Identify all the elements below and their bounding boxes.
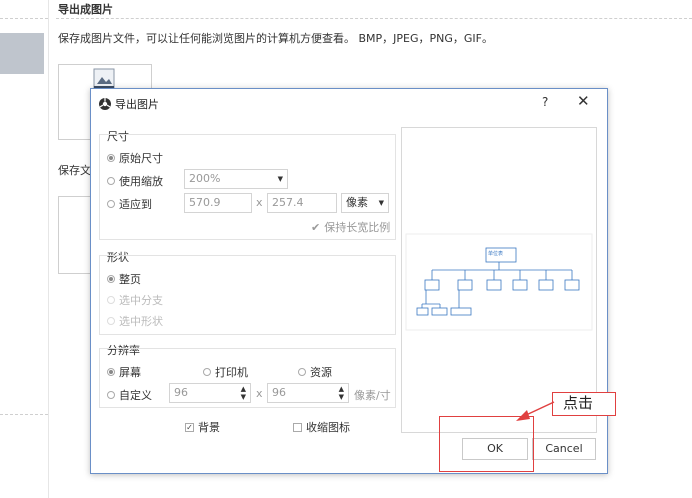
radio-label: 选中形状 [119,315,163,328]
close-button[interactable]: ✕ [577,92,590,110]
stepper-arrows-icon: ▲ ▼ [338,385,344,401]
radio-indicator [107,154,115,162]
radio-label: 自定义 [119,389,152,402]
radio-indicator [107,275,115,283]
radio-label: 资源 [310,366,332,379]
dpi-unit-label: 像素/寸 [354,389,391,402]
sidebar-selected-item[interactable] [0,33,44,74]
radio-label: 使用缩放 [119,175,163,188]
radio-indicator [107,177,115,185]
annotation-arrow-icon [516,401,555,421]
dpi-y-stepper[interactable]: 96 ▲ ▼ [267,383,349,403]
radio-label: 屏幕 [119,366,141,379]
chevron-down-icon: ▼ [378,199,384,207]
divider [56,18,692,19]
chevron-down-icon: ▼ [277,175,283,183]
checkbox-label: 保持长宽比例 [324,221,391,234]
keep-ratio-checkbox[interactable]: ✔ 保持长宽比例 [311,219,390,235]
radio-indicator [107,200,115,208]
checkbox-unchecked-icon [293,422,302,432]
dpi-x-separator: x [256,387,263,400]
radio-label: 打印机 [215,366,248,379]
radio-label: 适应到 [119,198,152,211]
radio-use-scale[interactable]: 使用缩放 [107,173,163,189]
help-button[interactable]: ? [542,95,548,109]
width-input[interactable]: 570.9 [184,193,252,213]
shrink-icon-checkbox[interactable]: 收缩图标 [293,419,350,435]
height-input[interactable]: 257.4 [267,193,337,213]
radio-selected-shape[interactable]: 选中形状 [107,313,163,329]
annotation-click-label: 点击 [552,392,616,416]
preview-root-node: 单位表 [488,251,504,257]
radio-resource[interactable]: 资源 [298,364,332,380]
checkbox-label: 背景 [198,421,220,434]
radio-indicator [107,317,115,325]
size-x-separator: x [256,196,263,209]
unit-value: 像素 [346,196,368,209]
stepper-arrows-icon: ▲ ▼ [240,385,246,401]
divider [0,414,48,415]
section-heading: 导出成图片 [58,3,113,16]
divider [0,18,48,19]
radio-whole-page[interactable]: 整页 [107,271,141,287]
section-description: 保存成图片文件，可以让任何能浏览图片的计算机方便查看。 BMP，JPEG，PNG… [58,32,493,45]
dialog-title: 导出图片 [115,98,159,111]
left-sidebar [0,0,49,498]
radio-indicator [298,368,306,376]
scale-select[interactable]: 200% ▼ [184,169,288,189]
dpi-y-value: 96 [272,386,286,399]
radio-indicator [203,368,211,376]
dpi-x-stepper[interactable]: 96 ▲ ▼ [169,383,251,403]
radio-screen[interactable]: 屏幕 [107,364,141,380]
radio-fit-to[interactable]: 适应到 [107,196,152,212]
background-checkbox[interactable]: ✓ 背景 [185,419,220,435]
radio-indicator [107,296,115,304]
unit-select[interactable]: 像素 ▼ [341,193,389,213]
radio-indicator [107,391,115,399]
radio-selected-branch[interactable]: 选中分支 [107,292,163,308]
org-chart-preview [405,233,593,331]
radio-label: 原始尺寸 [119,152,163,165]
annotation-highlight-box [439,416,534,472]
radio-label: 整页 [119,273,141,286]
preview-pane: 单位表 [401,127,597,433]
radio-custom[interactable]: 自定义 [107,387,152,403]
check-icon: ✔ [311,220,321,234]
radio-printer[interactable]: 打印机 [203,364,248,380]
dialog-title-bar: 导出图片 [99,96,159,112]
save-label-partial: 保存文 [58,164,91,177]
radio-original-size[interactable]: 原始尺寸 [107,150,163,166]
checkbox-label: 收缩图标 [306,421,350,434]
scale-value: 200% [189,172,221,185]
app-logo-icon [99,98,111,110]
dpi-x-value: 96 [174,386,188,399]
radio-label: 选中分支 [119,294,163,307]
checkbox-checked-icon: ✓ [185,422,194,432]
cancel-button[interactable]: Cancel [532,438,596,460]
radio-indicator [107,368,115,376]
